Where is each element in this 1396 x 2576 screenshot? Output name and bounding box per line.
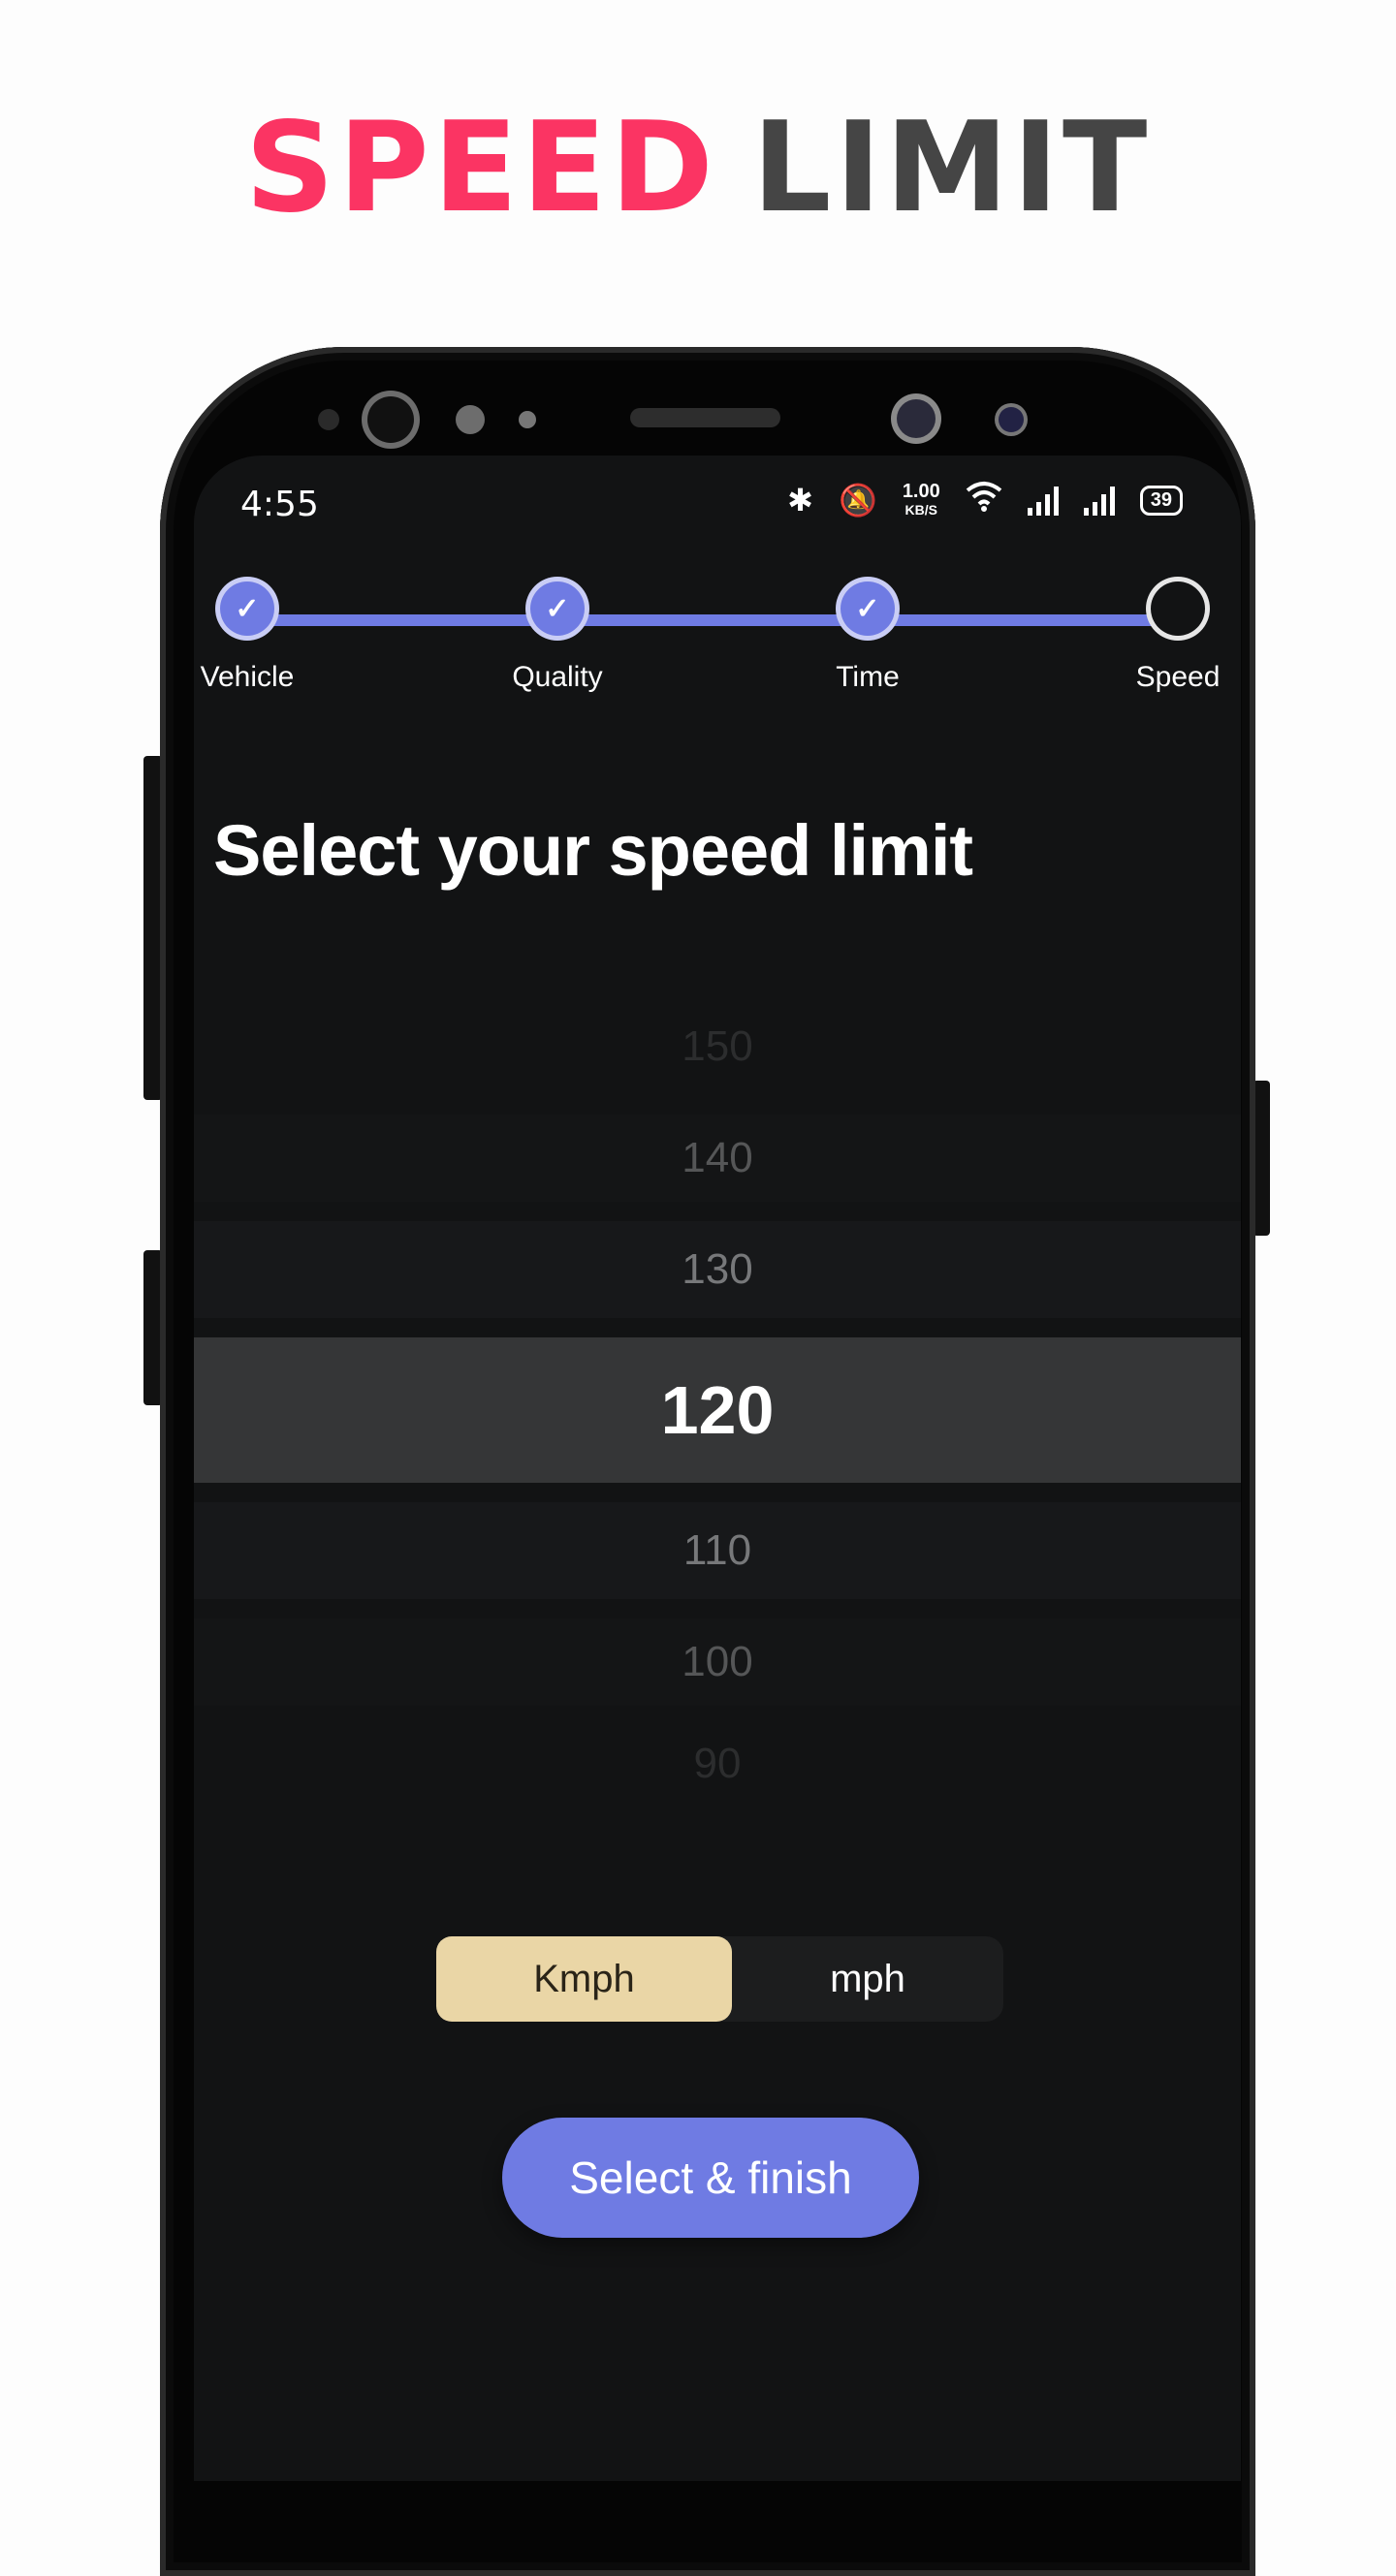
step-time[interactable]: ✓ Time	[771, 581, 965, 694]
step-vehicle[interactable]: ✓ Vehicle	[194, 581, 344, 694]
check-icon: ✓	[530, 581, 585, 636]
headline: SPEED LIMIT	[0, 107, 1396, 231]
mute-icon: 🔕	[838, 483, 877, 518]
picker-option[interactable]: 130	[194, 1221, 1241, 1318]
step-label: Speed	[1135, 661, 1221, 693]
select-finish-button[interactable]: Select & finish	[502, 2118, 919, 2238]
check-icon: ✓	[220, 581, 274, 636]
step-speed[interactable]: Speed	[1081, 581, 1241, 694]
unit-option-kmph[interactable]: Kmph	[436, 1936, 732, 2022]
step-quality[interactable]: ✓ Quality	[460, 581, 654, 694]
stepper-track	[247, 614, 1178, 626]
check-icon: ✓	[841, 581, 895, 636]
bluetooth-icon: ✱	[787, 483, 813, 518]
camera-icon	[367, 396, 414, 443]
sensor-icon	[318, 409, 339, 430]
headline-word-speed: SPEED	[244, 96, 717, 240]
headline-word-limit: LIMIT	[751, 96, 1152, 240]
pending-step-icon	[1151, 581, 1205, 636]
picker-option-selected[interactable]: 120	[194, 1337, 1241, 1483]
status-icons: ✱ 🔕 1.00 KB/S 39	[787, 481, 1183, 519]
front-camera-icon	[999, 407, 1024, 432]
status-bar: 4:55 ✱ 🔕 1.00 KB/S 39	[194, 475, 1241, 533]
wifi-icon	[966, 481, 1002, 519]
sensor-icon	[519, 411, 536, 428]
unit-toggle: Kmph mph	[436, 1936, 1003, 2022]
app-screen: 4:55 ✱ 🔕 1.00 KB/S 39 ✓ Vehicle ✓ Qualit…	[194, 456, 1241, 2481]
iris-scanner-icon	[897, 399, 936, 438]
step-label: Vehicle	[200, 661, 295, 693]
network-speed: 1.00 KB/S	[902, 480, 940, 518]
picker-option[interactable]: 90	[194, 1735, 1241, 1793]
battery-icon: 39	[1139, 485, 1183, 516]
unit-option-mph[interactable]: mph	[732, 1936, 1003, 2022]
signal-icon	[1027, 485, 1059, 516]
progress-stepper: ✓ Vehicle ✓ Quality ✓ Time Speed	[194, 581, 1241, 737]
step-label: Quality	[512, 661, 603, 693]
sensor-icon	[456, 405, 485, 434]
picker-option[interactable]: 110	[194, 1502, 1241, 1599]
earpiece-speaker	[630, 408, 780, 427]
speed-picker[interactable]: 150 140 130 120 110 100 90	[194, 1018, 1241, 1900]
status-time: 4:55	[240, 485, 319, 524]
picker-option[interactable]: 100	[194, 1618, 1241, 1706]
picker-option[interactable]: 140	[194, 1115, 1241, 1202]
network-speed-value: 1.00	[902, 480, 940, 502]
step-label: Time	[836, 661, 900, 693]
network-speed-unit: KB/S	[904, 501, 937, 518]
battery-level: 39	[1150, 488, 1172, 511]
signal-icon	[1083, 485, 1115, 516]
picker-option[interactable]: 150	[194, 1018, 1241, 1076]
page-title: Select your speed limit	[213, 810, 973, 891]
